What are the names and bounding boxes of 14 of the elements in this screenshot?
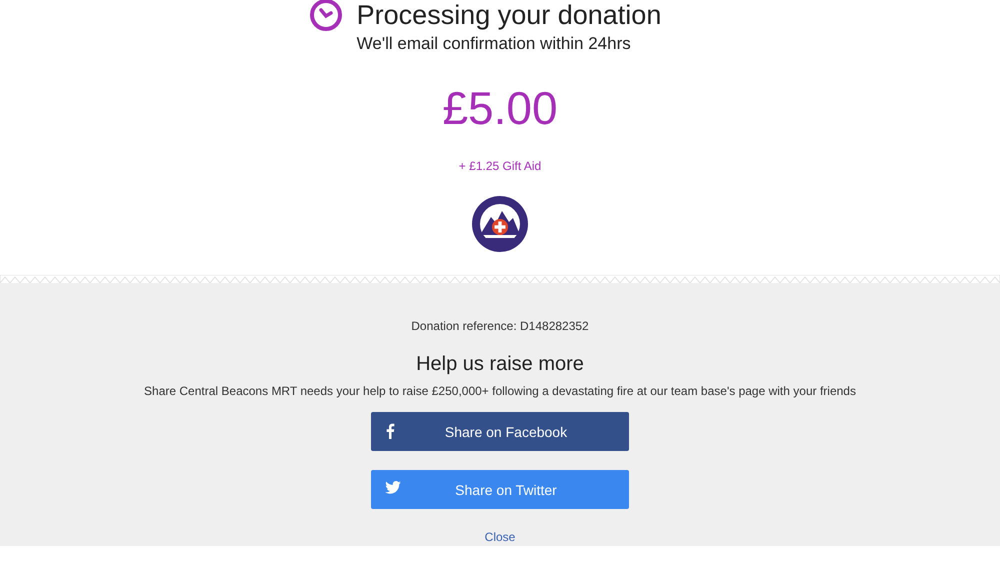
share-message: Share Central Beacons MRT needs your help to raise £250,000+ following a devastating fire at our team base's page with your friends xyxy=(144,384,856,398)
facebook-icon xyxy=(385,423,395,439)
share-button[interactable]: Share on Facebook xyxy=(371,412,629,451)
subtitle: We'll email confirmation within 24hrs xyxy=(356,34,632,54)
twitter-bird-icon xyxy=(385,481,401,494)
charity-logo xyxy=(471,195,529,253)
donation-amount: £5.00 xyxy=(442,81,558,135)
donation-reference: Donation reference: D148282352 xyxy=(411,319,589,333)
clock-icon xyxy=(308,0,343,32)
share-heading: Help us raise more xyxy=(416,353,584,376)
close-link[interactable]: Close xyxy=(484,530,516,544)
gift-aid-text: + £1.25 Gift Aid xyxy=(458,159,542,173)
page-title: Processing your donation xyxy=(356,0,662,30)
share-button[interactable]: Share on Twitter xyxy=(371,470,629,509)
